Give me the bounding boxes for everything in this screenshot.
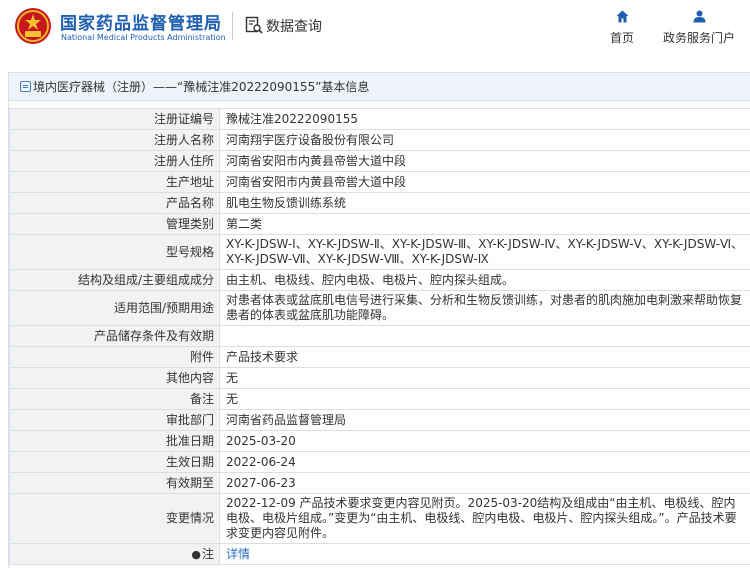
data-query-icon: [245, 16, 263, 34]
panel-title-bar: 境内医疗器械（注册）——“豫械注准20222090155”基本信息: [9, 73, 750, 101]
row-value: 产品技术要求: [219, 346, 750, 368]
table-row: 型号规格 XY-K-JDSW-Ⅰ、XY-K-JDSW-Ⅱ、XY-K-JDSW-Ⅲ、…: [9, 234, 750, 270]
brand-title-en: National Medical Products Administration: [61, 33, 226, 42]
row-label: 审批部门: [9, 409, 220, 431]
table-row: 生产地址 河南省安阳市内黄县帝喾大道中段: [9, 171, 750, 193]
table-row: 批准日期 2025-03-20: [9, 430, 750, 452]
row-label: 注册证编号: [9, 108, 220, 130]
row-label: 适用范围/预期用途: [9, 290, 220, 326]
panel-title: 境内医疗器械（注册）——“豫械注准20222090155”基本信息: [33, 80, 370, 94]
note-row: ●注 详情: [9, 543, 750, 565]
table-row: 其他内容无: [9, 367, 750, 389]
row-value: 河南翔宇医疗设备股份有限公司: [219, 129, 750, 151]
table-row: 附件 产品技术要求: [9, 346, 750, 368]
header-divider: [232, 12, 233, 40]
note-label-cell: ●注: [9, 543, 220, 565]
nav-service-portal-label: 政务服务门户: [662, 31, 735, 45]
table-row: 产品储存条件及有效期: [9, 325, 750, 347]
row-label: 变更情况: [9, 493, 220, 544]
row-value: 河南省药品监督管理局: [219, 409, 750, 431]
table-row: 变更情况 2022-12-09 产品技术要求变更内容见附页。2025-03-20结…: [9, 493, 750, 544]
row-label: 产品名称: [9, 192, 220, 214]
row-value: XY-K-JDSW-Ⅰ、XY-K-JDSW-Ⅱ、XY-K-JDSW-Ⅲ、XY-K…: [219, 234, 750, 270]
table-row: 审批部门 河南省药品监督管理局: [9, 409, 750, 431]
row-label: 管理类别: [9, 213, 220, 235]
row-value: 2022-12-09 产品技术要求变更内容见附页。2025-03-20结构及组成…: [219, 493, 750, 544]
table-row: 备注无: [9, 388, 750, 410]
row-value: 豫械注准20222090155: [219, 108, 750, 130]
table-row: 注册人名称 河南翔宇医疗设备股份有限公司: [9, 129, 750, 151]
row-value: 2025-03-20: [219, 430, 750, 452]
row-label: 注册人名称: [9, 129, 220, 151]
data-query-label[interactable]: 数据查询: [266, 16, 322, 36]
row-label: 有效期至: [9, 472, 220, 494]
row-value: 由主机、电极线、腔内电极、电极片、腔内探头组成。: [219, 269, 750, 291]
row-label: 批准日期: [9, 430, 220, 452]
note-label: 注: [201, 546, 214, 561]
table-row: 产品名称 肌电生物反馈训练系统: [9, 192, 750, 214]
row-label: 生产地址: [9, 171, 220, 193]
nav-home-label: 首页: [609, 31, 634, 45]
row-value: 对患者体表或盆底肌电信号进行采集、分析和生物反馈训练，对患者的肌肉施加电刺激来帮…: [219, 290, 750, 326]
row-value: 无: [219, 388, 750, 410]
table-row: 结构及组成/主要组成成分 由主机、电极线、腔内电极、电极片、腔内探头组成。: [9, 269, 750, 291]
row-label: 备注: [9, 388, 220, 410]
row-value: 第二类: [219, 213, 750, 235]
row-value: 2022-06-24: [219, 451, 750, 473]
row-label: 附件: [9, 346, 220, 368]
row-label: 生效日期: [9, 451, 220, 473]
table-row: 有效期至 2027-06-23: [9, 472, 750, 494]
user-icon: [693, 10, 705, 23]
emblem-logo: [15, 8, 51, 44]
nav-home[interactable]: 首页: [604, 10, 640, 46]
row-value: 肌电生物反馈训练系统: [219, 192, 750, 214]
table-row: 注册证编号 豫械注准20222090155: [9, 108, 750, 130]
nav-service-portal[interactable]: 政务服务门户: [658, 10, 740, 46]
home-icon: [616, 10, 628, 23]
row-value: 2027-06-23: [219, 472, 750, 494]
document-icon: [20, 81, 31, 92]
site-header: 国家药品监督管理局 National Medical Products Admi…: [0, 0, 750, 56]
row-label: 产品储存条件及有效期: [9, 325, 220, 347]
table-row: 管理类别 第二类: [9, 213, 750, 235]
details-link[interactable]: 详情: [226, 547, 250, 561]
row-label: 型号规格: [9, 234, 220, 270]
row-label: 其他内容: [9, 367, 220, 389]
brand-title-cn: 国家药品监督管理局: [60, 14, 222, 34]
table-row: 注册人住所 河南省安阳市内黄县帝喾大道中段: [9, 150, 750, 172]
detail-panel: 境内医疗器械（注册）——“豫械注准20222090155”基本信息 注册证编号豫…: [8, 72, 750, 568]
note-value-cell: 详情: [219, 543, 750, 565]
table-row: 生效日期 2022-06-24: [9, 451, 750, 473]
row-label: 注册人住所: [9, 150, 220, 172]
table-row: 适用范围/预期用途 对患者体表或盆底肌电信号进行采集、分析和生物反馈训练，对患者的…: [9, 290, 750, 326]
pin-icon: ●: [191, 547, 201, 561]
row-value: 河南省安阳市内黄县帝喾大道中段: [219, 150, 750, 172]
detail-table: 注册证编号 豫械注准20222090155 注册人名称 河南翔宇医疗设备股份有限公司…: [9, 108, 750, 565]
row-value: 河南省安阳市内黄县帝喾大道中段: [219, 171, 750, 193]
row-value: [219, 325, 750, 347]
row-value: 无: [219, 367, 750, 389]
row-label: 结构及组成/主要组成成分: [9, 269, 220, 291]
